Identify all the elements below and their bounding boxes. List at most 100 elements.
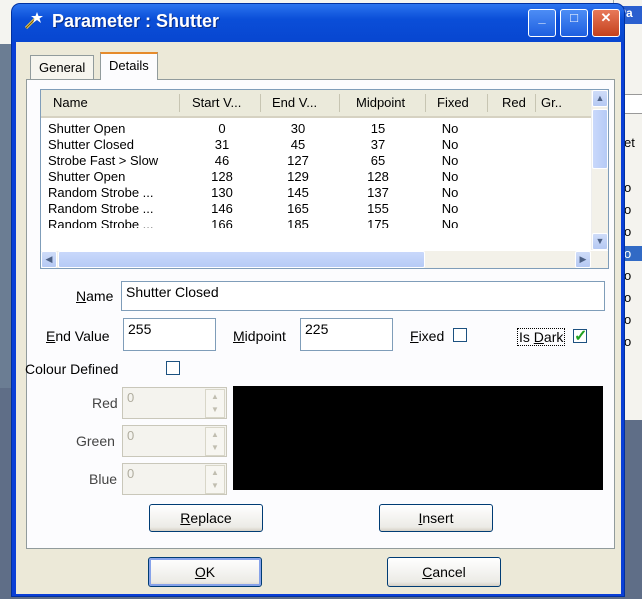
scroll-down-button[interactable]: ▼	[592, 233, 608, 250]
cell-name: Shutter Open	[48, 169, 126, 184]
list-row[interactable]: Shutter Closed 31 45 37 No	[41, 137, 581, 152]
close-button[interactable]: ✕	[592, 9, 620, 37]
colour-defined-checkbox[interactable]	[166, 361, 180, 375]
red-value: 0	[127, 390, 135, 405]
column-header-name[interactable]: Name	[53, 95, 88, 110]
cell-fixed: No	[441, 217, 459, 228]
blue-value: 0	[127, 466, 135, 481]
cell-fixed: No	[441, 169, 459, 184]
background-list-item: o	[624, 334, 632, 349]
cell-start: 130	[211, 185, 233, 200]
cell-midpoint: 175	[367, 217, 389, 228]
background-list-item: o	[624, 268, 632, 283]
cell-name: Shutter Open	[48, 121, 126, 136]
list-row[interactable]: Random Strobe ... 130 145 137 No	[41, 185, 581, 200]
green-spin-buttons: ▲ ▼	[205, 427, 225, 456]
scroll-left-button[interactable]: ◀	[41, 251, 57, 268]
green-label: Green	[76, 433, 115, 449]
cell-midpoint: 37	[370, 137, 386, 152]
cell-start: 146	[211, 201, 233, 216]
tab-general[interactable]: General	[30, 55, 95, 80]
list-row[interactable]: Random Strobe ... 166 185 175 No	[41, 217, 581, 228]
cell-fixed: No	[441, 137, 459, 152]
ranges-list[interactable]: Name Start V... End V... Midpoint Fixed …	[40, 89, 609, 269]
column-header-midpoint[interactable]: Midpoint	[356, 95, 405, 110]
cell-start: 31	[214, 137, 230, 152]
wand-icon	[22, 10, 44, 32]
column-header-fixed[interactable]: Fixed	[437, 95, 469, 110]
column-header-red[interactable]: Red	[502, 95, 526, 110]
cell-end: 145	[287, 185, 309, 200]
window-title: Parameter : Shutter	[52, 11, 220, 31]
list-row[interactable]: Random Strobe ... 146 165 155 No	[41, 201, 581, 216]
blue-spinner: 0 ▲ ▼	[122, 463, 227, 495]
column-header-start-value[interactable]: Start V...	[192, 95, 241, 110]
cell-midpoint: 65	[370, 153, 386, 168]
red-spin-buttons: ▲ ▼	[205, 389, 225, 418]
horizontal-scrollbar[interactable]: ◀ ▶	[41, 251, 608, 268]
cell-midpoint: 128	[367, 169, 389, 184]
cell-start: 128	[211, 169, 233, 184]
is-dark-checkbox[interactable]	[573, 326, 587, 346]
background-list-item: o	[624, 180, 632, 195]
list-row[interactable]: Shutter Open 128 129 128 No	[41, 169, 581, 184]
red-label: Red	[92, 395, 118, 411]
cell-start: 46	[214, 153, 230, 168]
end-value-input[interactable]: 255	[123, 318, 216, 351]
fixed-checkbox[interactable]	[453, 328, 467, 342]
scroll-up-button[interactable]: ▲	[592, 90, 608, 107]
column-header-green[interactable]: Gr..	[541, 95, 562, 110]
blue-spin-buttons: ▲ ▼	[205, 465, 225, 494]
list-row[interactable]: Strobe Fast > Slow 46 127 65 No	[41, 153, 581, 168]
horizontal-scroll-thumb[interactable]	[58, 251, 425, 268]
blue-label: Blue	[89, 471, 118, 487]
list-header: Name Start V... End V... Midpoint Fixed …	[41, 90, 592, 118]
cell-fixed: No	[441, 201, 459, 216]
cell-midpoint: 155	[367, 201, 389, 216]
insert-button[interactable]: Insert	[379, 504, 493, 532]
vertical-scroll-thumb[interactable]	[592, 109, 608, 169]
ok-button[interactable]: OK	[148, 557, 262, 587]
name-label: Name	[76, 288, 114, 304]
background-list-item: o	[624, 290, 632, 305]
cell-name: Random Strobe ...	[48, 201, 154, 216]
minimize-icon: _	[538, 10, 546, 25]
background-list-item: o	[624, 224, 632, 239]
maximize-button[interactable]: □	[560, 9, 588, 37]
cell-end: 127	[287, 153, 309, 168]
vertical-scrollbar[interactable]: ▲ ▼	[591, 90, 608, 250]
minimize-button[interactable]: _	[528, 9, 556, 37]
cell-end: 185	[287, 217, 309, 228]
name-input[interactable]: Shutter Closed	[121, 281, 605, 311]
background-list-item: et	[624, 135, 635, 150]
green-spinner: 0 ▲ ▼	[122, 425, 227, 457]
column-header-end-value[interactable]: End V...	[272, 95, 317, 110]
cell-fixed: No	[441, 153, 459, 168]
list-row[interactable]: Shutter Open 0 30 15 No	[41, 121, 581, 136]
cell-end: 165	[287, 201, 309, 216]
green-value: 0	[127, 428, 135, 443]
end-value-label: End Value	[46, 328, 110, 344]
cancel-button[interactable]: Cancel	[387, 557, 501, 587]
colour-swatch	[233, 386, 603, 490]
cell-start: 166	[211, 217, 233, 228]
background-list-item: o	[624, 202, 632, 217]
cell-fixed: No	[441, 121, 459, 136]
cell-name: Random Strobe ...	[48, 217, 154, 228]
cell-name: Strobe Fast > Slow	[48, 153, 159, 168]
cell-fixed: No	[441, 185, 459, 200]
tab-details[interactable]: Details	[100, 52, 158, 80]
cell-end: 30	[290, 121, 306, 136]
midpoint-input[interactable]: 225	[300, 318, 393, 351]
cell-end: 129	[287, 169, 309, 184]
scroll-right-button[interactable]: ▶	[575, 251, 591, 268]
red-spinner: 0 ▲ ▼	[122, 387, 227, 419]
close-icon: ✕	[600, 10, 612, 25]
cell-name: Random Strobe ...	[48, 185, 154, 200]
is-dark-label: Is Dark	[517, 328, 566, 346]
replace-button[interactable]: Replace	[149, 504, 263, 532]
background-list-item: o	[624, 312, 632, 327]
cell-midpoint: 15	[370, 121, 386, 136]
cell-midpoint: 137	[367, 185, 389, 200]
cell-name: Shutter Closed	[48, 137, 134, 152]
